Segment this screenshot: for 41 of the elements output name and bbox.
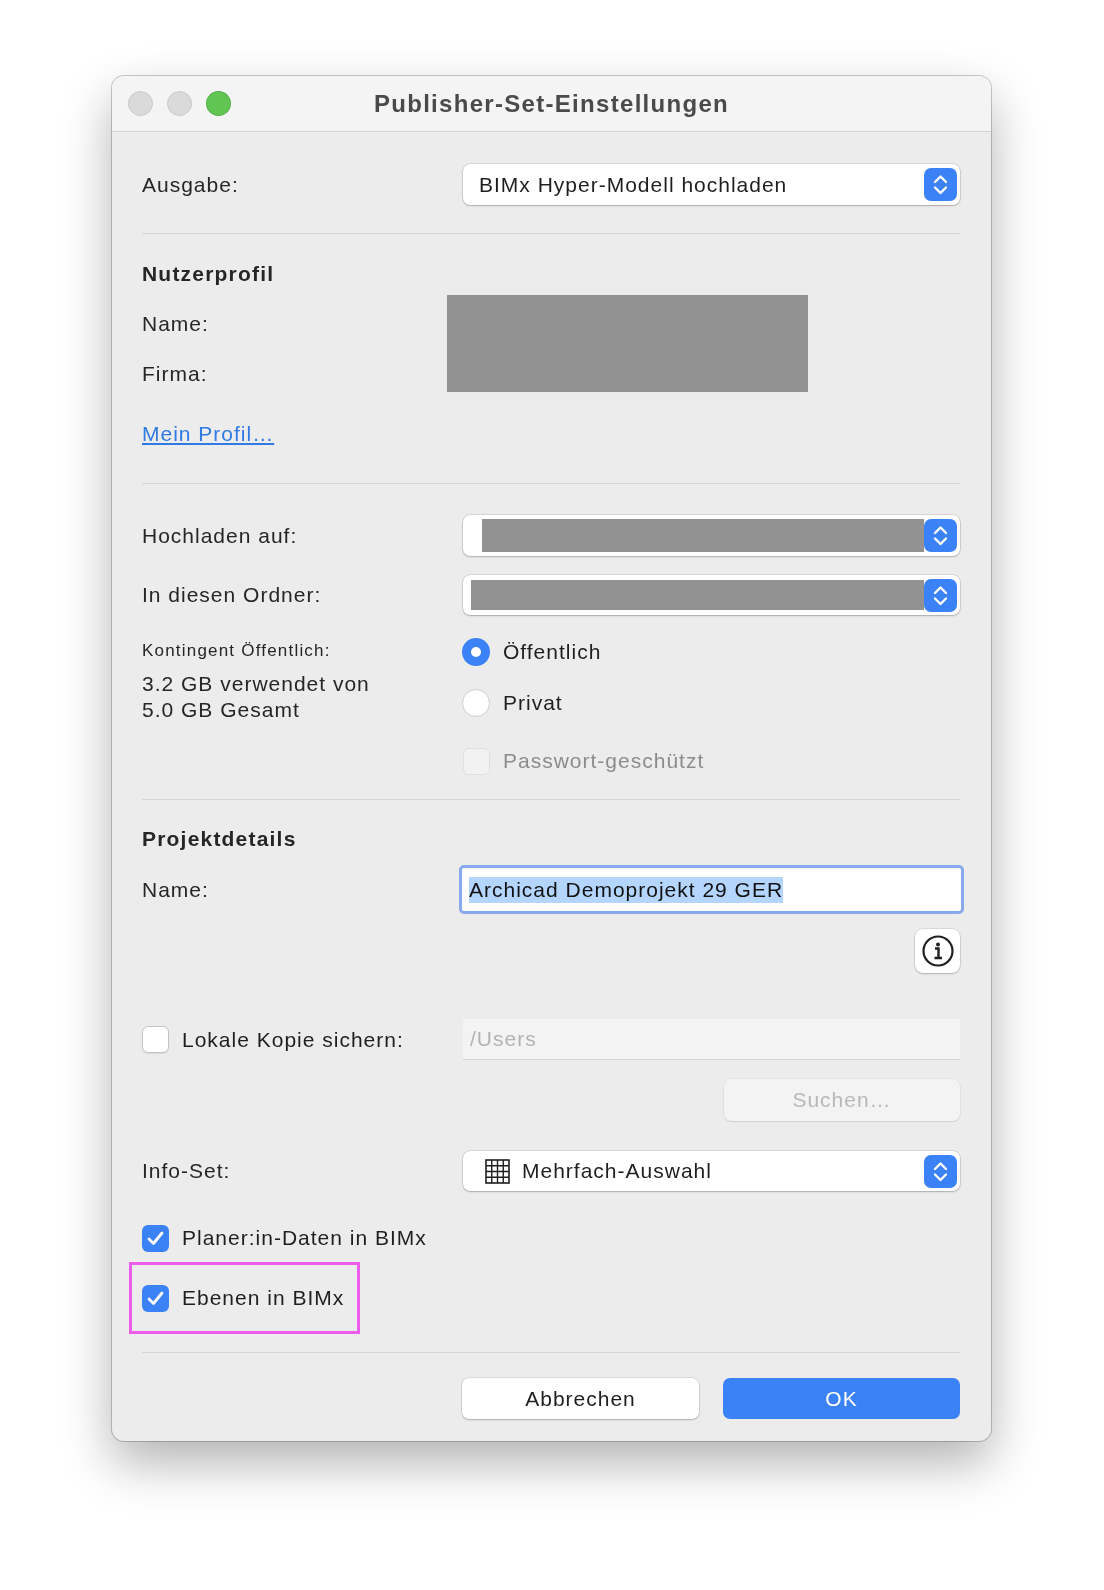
field-label: In diesen Ordner: [142, 583, 322, 607]
cancel-button[interactable]: Abbrechen [462, 1378, 699, 1419]
radio-label: Öffentlich [503, 639, 602, 666]
text-field[interactable]: Archicad Demoprojekt 29 GER [459, 865, 964, 914]
checkbox[interactable] [142, 1284, 169, 1312]
info-icon [921, 935, 954, 967]
checkbox-label: Planer:in-Daten in BIMx [182, 1225, 427, 1252]
stepper-icon [924, 519, 957, 552]
ok-button[interactable]: OK [723, 1378, 960, 1419]
grid-icon [485, 1158, 510, 1184]
checkmark-icon [147, 1230, 164, 1246]
radio-button[interactable] [462, 638, 490, 666]
dropdown[interactable] [463, 575, 960, 615]
field-label: Firma: [142, 362, 208, 386]
checkbox[interactable] [142, 1026, 169, 1053]
checkmark-icon [147, 1290, 164, 1306]
checkbox-label: Lokale Kopie sichern: [182, 1026, 404, 1053]
info-button[interactable] [915, 929, 960, 973]
field-label: Name: [142, 877, 209, 902]
quota-label: Kontingent Öffentlich: [142, 641, 331, 661]
field-label: Info-Set: [142, 1159, 231, 1183]
radio-label: Privat [503, 690, 563, 717]
field-label: Ausgabe: [142, 172, 239, 197]
field-label: Name: [142, 312, 209, 336]
stepper-icon [924, 168, 957, 201]
checkbox-label: Passwort-geschützt [503, 748, 705, 775]
section-heading: Nutzerprofil [142, 262, 275, 286]
field-label: Hochladen auf: [142, 523, 298, 548]
zoom-button[interactable] [206, 91, 231, 116]
dropdown[interactable]: BIMx Hyper-Modell hochladen [463, 164, 960, 205]
section-heading: Projektdetails [142, 827, 297, 851]
checkbox-label: Ebenen in BIMx [182, 1285, 345, 1312]
stepper-icon [924, 1154, 957, 1188]
profile-link[interactable]: Mein Profil… [142, 422, 275, 446]
dropdown[interactable] [463, 515, 960, 556]
quota-usage-text: 3.2 GB verwendet von 5.0 GB Gesamt [142, 671, 370, 723]
checkbox[interactable] [142, 1224, 169, 1252]
stepper-icon [924, 578, 957, 612]
radio-button[interactable] [462, 689, 490, 717]
dropdown[interactable]: Mehrfach-Auswahl [463, 1151, 960, 1191]
window-title: Publisher-Set-Einstellungen [373, 88, 730, 119]
